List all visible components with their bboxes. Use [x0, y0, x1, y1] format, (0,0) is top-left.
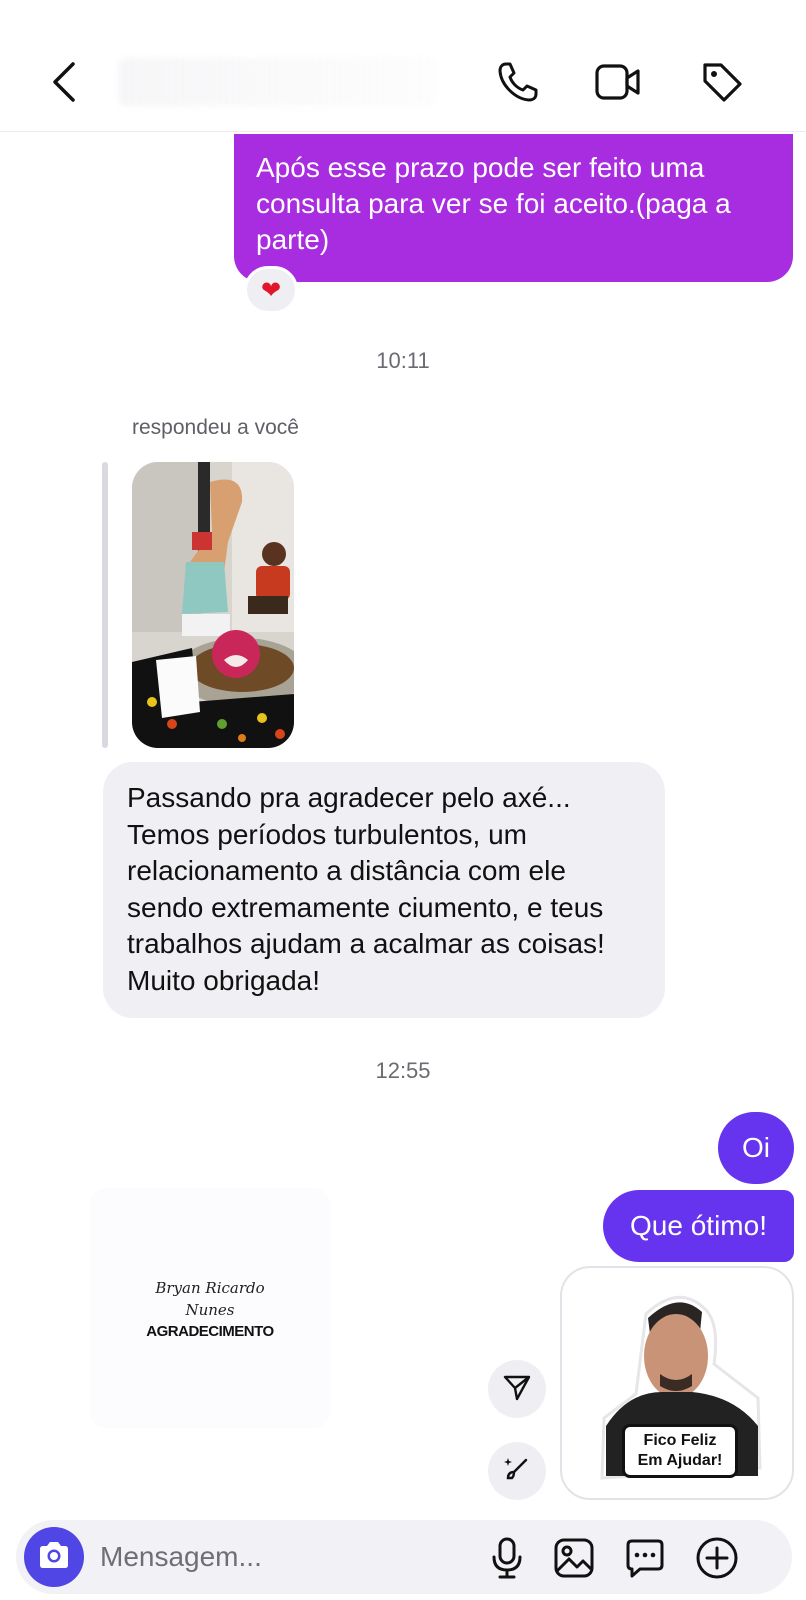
outgoing-message-text: Que ótimo!: [630, 1210, 767, 1241]
incoming-message-bubble[interactable]: Passando pra agradecer pelo axé... Temos…: [103, 762, 665, 1018]
magic-brush-icon: [502, 1454, 532, 1489]
incoming-message-text: Passando pra agradecer pelo axé... Temos…: [127, 782, 605, 996]
card-author-line-2: Nunes: [185, 1300, 235, 1319]
outgoing-message-text: Oi: [742, 1132, 770, 1163]
reply-quote-bar: [102, 462, 108, 748]
sticker-caption-line-2: Em Ajudar!: [637, 1452, 723, 1469]
replied-photo[interactable]: [132, 462, 294, 748]
paper-plane-icon: [502, 1372, 532, 1407]
chat-header: [0, 0, 806, 132]
gallery-icon[interactable]: [551, 1535, 597, 1581]
sticker-chat-icon[interactable]: [622, 1535, 668, 1581]
phone-icon[interactable]: [494, 58, 542, 106]
card-title: AGRADECIMENTO: [146, 1322, 274, 1340]
sticker-message[interactable]: Fico Feliz Em Ajudar!: [560, 1266, 794, 1500]
message-composer: [16, 1520, 792, 1594]
microphone-icon[interactable]: [484, 1535, 530, 1581]
sticker-caption-line-1: Fico Feliz: [643, 1432, 717, 1449]
back-icon[interactable]: [40, 58, 88, 106]
sticker-caption: Fico Feliz Em Ajudar!: [622, 1424, 738, 1478]
tag-icon[interactable]: [698, 58, 746, 106]
outgoing-message-bubble[interactable]: Oi: [718, 1112, 794, 1184]
reaction-emoji: ❤: [260, 276, 282, 304]
shared-post-card[interactable]: Bryan Ricardo Nunes AGRADECIMENTO: [90, 1188, 330, 1428]
camera-icon: [37, 1540, 71, 1575]
outgoing-message-text: Após esse prazo pode ser feito uma consu…: [256, 152, 731, 255]
restyle-button[interactable]: [488, 1442, 546, 1500]
video-call-icon[interactable]: [594, 58, 642, 106]
contact-name-blurred[interactable]: [118, 58, 438, 106]
timestamp: 10:11: [376, 348, 430, 373]
message-input[interactable]: [100, 1538, 480, 1576]
heart-reaction-icon[interactable]: ❤: [244, 266, 298, 314]
send-effect-button[interactable]: [488, 1360, 546, 1418]
outgoing-message-bubble[interactable]: Que ótimo!: [603, 1190, 794, 1262]
outgoing-message-bubble[interactable]: Após esse prazo pode ser feito uma consu…: [234, 134, 793, 282]
camera-button[interactable]: [24, 1527, 84, 1587]
timestamp: 12:55: [375, 1058, 431, 1083]
card-author-line-1: Bryan Ricardo: [155, 1278, 265, 1297]
reply-label: respondeu a você: [132, 416, 299, 439]
plus-circle-icon[interactable]: [694, 1535, 740, 1581]
